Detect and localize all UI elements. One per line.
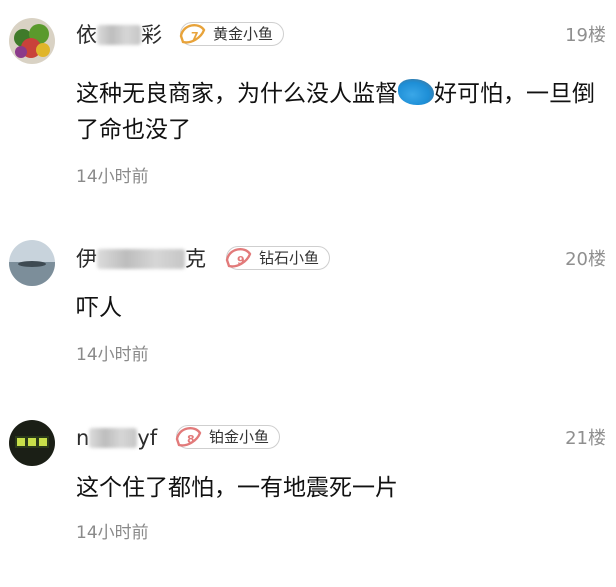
svg-text:8: 8 [187, 433, 195, 446]
comment-time: 14小时前 [76, 345, 149, 365]
comment-text-part1: 这种无良商家，为什么没人监督 [76, 81, 398, 107]
comment-time: 14小时前 [76, 523, 149, 543]
redacted-name-blur [97, 249, 185, 269]
comment-text: 这个住了都怕，一有地震死一片 [76, 470, 596, 506]
username[interactable]: n yf [76, 425, 157, 451]
svg-text:7: 7 [191, 30, 199, 43]
fish-level-icon: 9 [223, 242, 255, 280]
emoji-sticker-icon [398, 79, 434, 105]
level-badge[interactable]: 7 黄金小鱼 [179, 22, 285, 46]
floor-number: 21楼 [565, 428, 606, 449]
comment-text-part1: 吓人 [76, 295, 122, 321]
username-prefix: 依 [76, 23, 97, 47]
fish-level-icon: 7 [177, 18, 209, 56]
comment-text: 这种无良商家，为什么没人监督 好可怕，一旦倒了命也没了 [76, 76, 596, 148]
avatar[interactable] [9, 240, 55, 286]
username-prefix: n [76, 426, 90, 450]
comment-text: 吓人 [76, 290, 596, 326]
redacted-name-blur [97, 25, 141, 45]
badge-label: 钻石小鱼 [259, 249, 320, 267]
username[interactable]: 伊克 [76, 246, 206, 272]
floor-number: 20楼 [565, 249, 606, 270]
username-prefix: 伊 [76, 247, 97, 271]
comment-time: 14小时前 [76, 167, 149, 187]
badge-label: 黄金小鱼 [213, 25, 274, 43]
username-suffix: yf [137, 426, 158, 450]
fish-level-icon: 8 [173, 421, 205, 459]
floor-number: 19楼 [565, 25, 606, 46]
comment-text-part1: 这个住了都怕，一有地震死一片 [76, 475, 398, 501]
username[interactable]: 依彩 [76, 22, 162, 48]
avatar[interactable] [9, 420, 55, 466]
level-badge[interactable]: 8 铂金小鱼 [175, 425, 281, 449]
badge-label: 铂金小鱼 [209, 428, 270, 446]
avatar[interactable] [9, 18, 55, 64]
redacted-name-blur [89, 428, 138, 448]
svg-text:9: 9 [237, 254, 245, 267]
username-suffix: 克 [185, 247, 206, 271]
username-suffix: 彩 [141, 23, 162, 47]
level-badge[interactable]: 9 钻石小鱼 [225, 246, 331, 270]
